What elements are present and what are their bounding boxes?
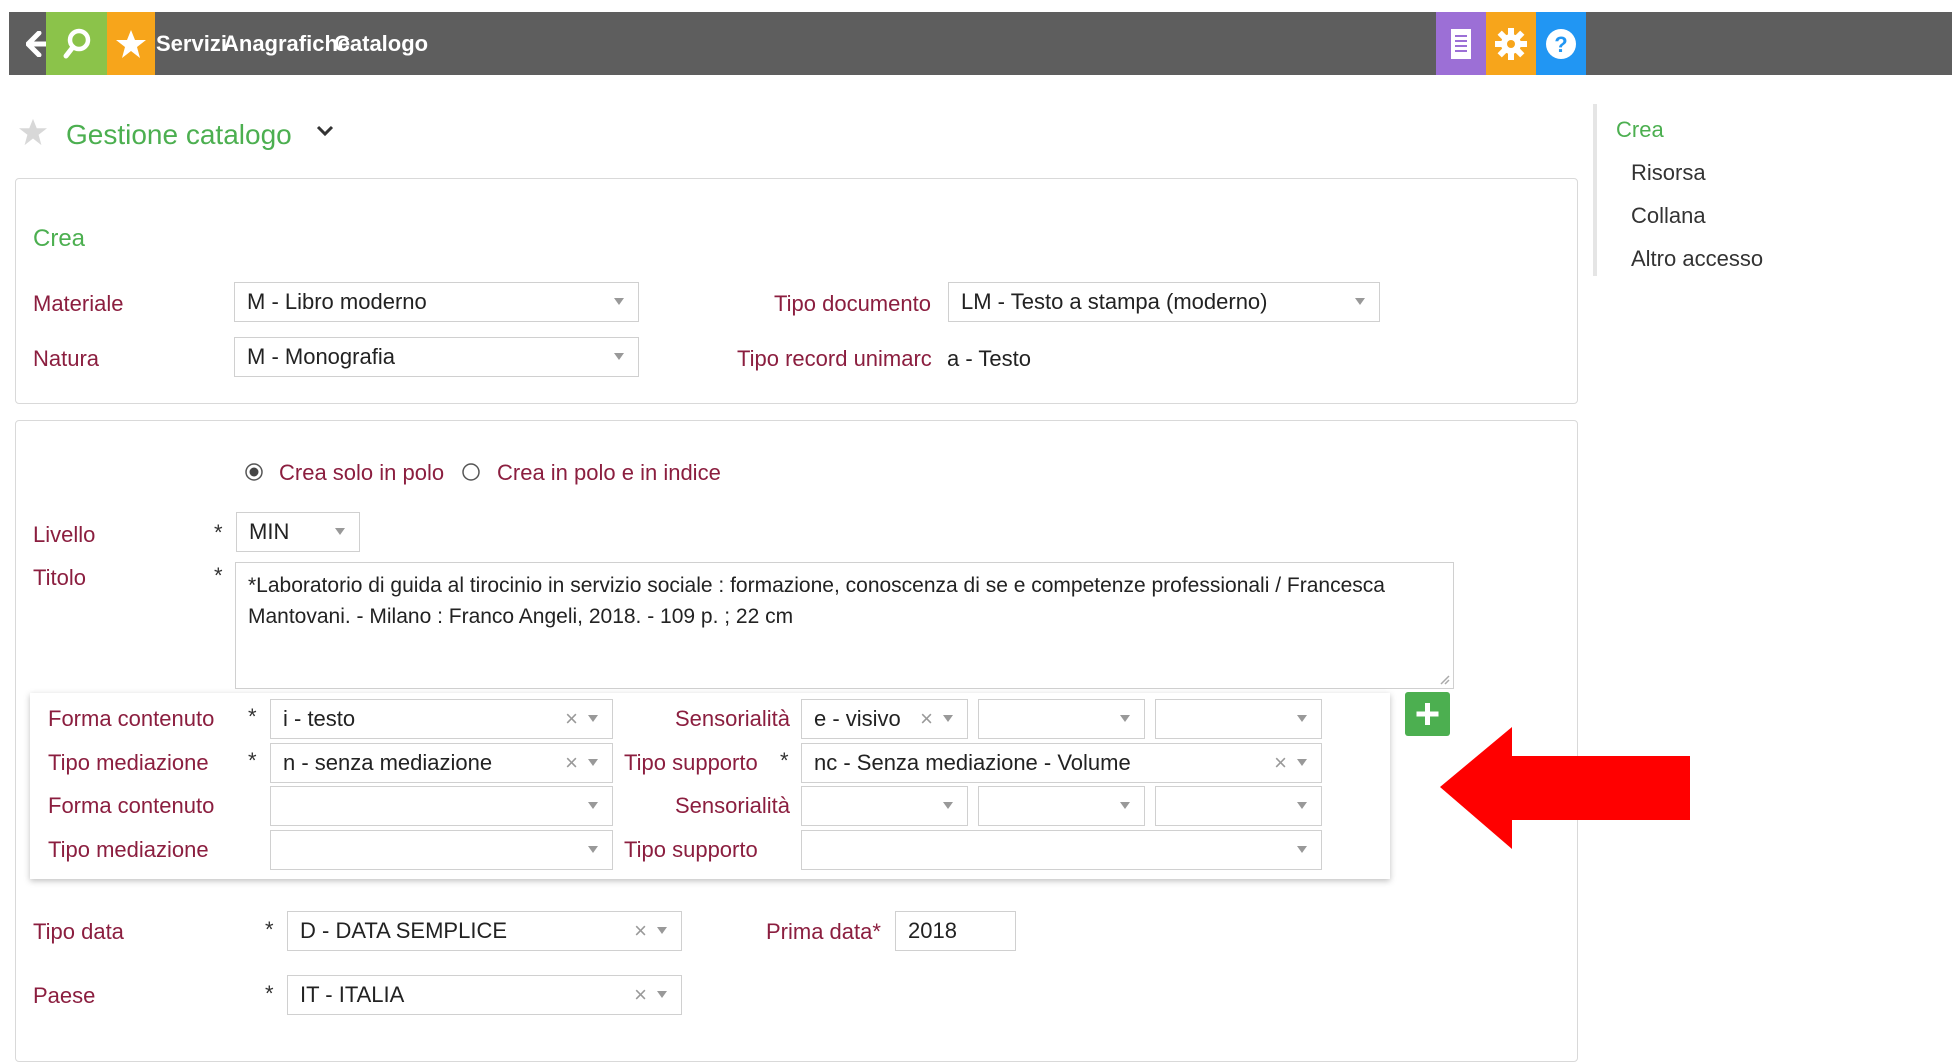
tipo-documento-label: Tipo documento <box>774 291 931 316</box>
search-icon[interactable] <box>46 12 107 75</box>
chevron-down-icon <box>1297 715 1307 722</box>
clear-icon[interactable]: × <box>1274 744 1287 782</box>
radio-crea-polo-label[interactable]: Crea solo in polo <box>279 460 444 486</box>
resize-handle-icon[interactable] <box>1438 673 1450 685</box>
materiale-select[interactable]: M - Libro moderno <box>234 282 639 322</box>
sensorialita-select-4[interactable] <box>801 786 968 826</box>
chevron-down-icon <box>588 846 598 853</box>
favorite-page-star-icon[interactable] <box>18 118 48 151</box>
tipo-supporto-select-2[interactable] <box>801 830 1322 870</box>
red-arrow-annotation <box>1440 727 1690 849</box>
chevron-down-icon <box>943 715 953 722</box>
forma-contenuto-label: Forma contenuto <box>48 706 215 731</box>
chevron-down-icon <box>1120 715 1130 722</box>
clear-icon[interactable]: × <box>565 700 578 738</box>
sensorialita-select-2[interactable] <box>978 699 1145 739</box>
sidebar-heading[interactable]: Crea <box>1616 117 1664 143</box>
help-icon[interactable]: ? <box>1536 12 1586 75</box>
document-icon[interactable] <box>1436 12 1486 75</box>
sidebar-scroll-indicator <box>1593 104 1597 276</box>
tipo-mediazione-label: Tipo mediazione <box>48 750 209 775</box>
chevron-down-icon <box>1355 298 1365 305</box>
chevron-down-icon <box>1297 846 1307 853</box>
titolo-textarea[interactable]: *Laboratorio di guida al tirocinio in se… <box>235 562 1454 689</box>
chevron-down-icon <box>1297 759 1307 766</box>
tipo-record-label: Tipo record unimarc <box>737 346 932 371</box>
sensorialita-select-3[interactable] <box>1155 699 1322 739</box>
prima-data-label: Prima data* <box>766 919 881 944</box>
chevron-down-icon <box>657 927 667 934</box>
sensorialita-select[interactable]: e - visivo × <box>801 699 968 739</box>
sensorialita-label: Sensorialità <box>675 706 790 731</box>
tipo-supporto-label: Tipo supporto <box>624 750 758 775</box>
tipo-data-label: Tipo data <box>33 919 124 944</box>
required-mark: * <box>780 748 789 773</box>
tipo-data-select[interactable]: D - DATA SEMPLICE × <box>287 911 682 951</box>
tipo-supporto-label-2: Tipo supporto <box>624 837 758 862</box>
sidebar-item-risorsa[interactable]: Risorsa <box>1631 160 1706 186</box>
required-mark: * <box>265 917 274 942</box>
tipo-mediazione-select[interactable]: n - senza mediazione × <box>270 743 613 783</box>
forma-contenuto-label-2: Forma contenuto <box>48 793 215 818</box>
sidebar-item-collana[interactable]: Collana <box>1631 203 1706 229</box>
titolo-label: Titolo <box>33 565 86 590</box>
tipo-mediazione-select-2[interactable] <box>270 830 613 870</box>
chevron-down-icon <box>657 991 667 998</box>
clear-icon[interactable]: × <box>634 912 647 950</box>
radio-crea-indice[interactable] <box>461 462 481 487</box>
page-title: Gestione catalogo <box>66 119 292 150</box>
clear-icon[interactable]: × <box>920 700 933 738</box>
chevron-down-icon <box>1120 802 1130 809</box>
paese-select[interactable]: IT - ITALIA × <box>287 975 682 1015</box>
required-mark: * <box>214 520 223 545</box>
livello-select[interactable]: MIN <box>236 512 360 552</box>
titolo-text: *Laboratorio di guida al tirocinio in se… <box>248 574 1385 628</box>
crea-heading: Crea <box>33 225 86 252</box>
favorite-star-icon[interactable] <box>107 12 155 75</box>
natura-select[interactable]: M - Monografia <box>234 337 639 377</box>
sensorialita-label-2: Sensorialità <box>675 793 790 818</box>
required-mark: * <box>248 704 257 729</box>
natura-label: Natura <box>33 346 100 371</box>
radio-crea-indice-label[interactable]: Crea in polo e in indice <box>497 460 721 486</box>
tipo-supporto-select[interactable]: nc - Senza mediazione - Volume × <box>801 743 1322 783</box>
radio-crea-polo[interactable] <box>244 462 264 487</box>
required-mark: * <box>265 981 274 1006</box>
nav-catalogo[interactable]: Catalogo <box>334 12 428 75</box>
clear-icon[interactable]: × <box>565 744 578 782</box>
chevron-down-icon <box>335 528 345 535</box>
svg-text:?: ? <box>1554 32 1567 57</box>
chevron-down-icon <box>588 759 598 766</box>
chevron-down-icon <box>588 802 598 809</box>
livello-label: Livello <box>33 522 96 547</box>
sensorialita-select-5[interactable] <box>978 786 1145 826</box>
sensorialita-select-6[interactable] <box>1155 786 1322 826</box>
clear-icon[interactable]: × <box>634 976 647 1014</box>
forma-contenuto-select-2[interactable] <box>270 786 613 826</box>
gear-icon[interactable] <box>1486 12 1536 75</box>
chevron-down-icon <box>1297 802 1307 809</box>
materiale-label: Materiale <box>33 291 124 316</box>
prima-data-input[interactable]: 2018 <box>895 911 1016 951</box>
sidebar-item-altro-accesso[interactable]: Altro accesso <box>1631 246 1763 272</box>
chevron-down-icon[interactable] <box>316 124 334 143</box>
tipo-record-value: a - Testo <box>947 346 1031 371</box>
top-navigation-bar: Servizi Anagrafiche Catalogo ? <box>9 12 1952 75</box>
nav-servizi[interactable]: Servizi <box>156 12 227 75</box>
paese-label: Paese <box>33 983 96 1008</box>
required-mark: * <box>214 563 223 588</box>
required-mark: * <box>248 748 257 773</box>
chevron-down-icon <box>614 353 624 360</box>
forma-contenuto-select[interactable]: i - testo × <box>270 699 613 739</box>
nav-anagrafiche[interactable]: Anagrafiche <box>223 12 350 75</box>
tipo-mediazione-label-2: Tipo mediazione <box>48 837 209 862</box>
chevron-down-icon <box>588 715 598 722</box>
tipo-documento-select[interactable]: LM - Testo a stampa (moderno) <box>948 282 1380 322</box>
chevron-down-icon <box>614 298 624 305</box>
chevron-down-icon <box>943 802 953 809</box>
